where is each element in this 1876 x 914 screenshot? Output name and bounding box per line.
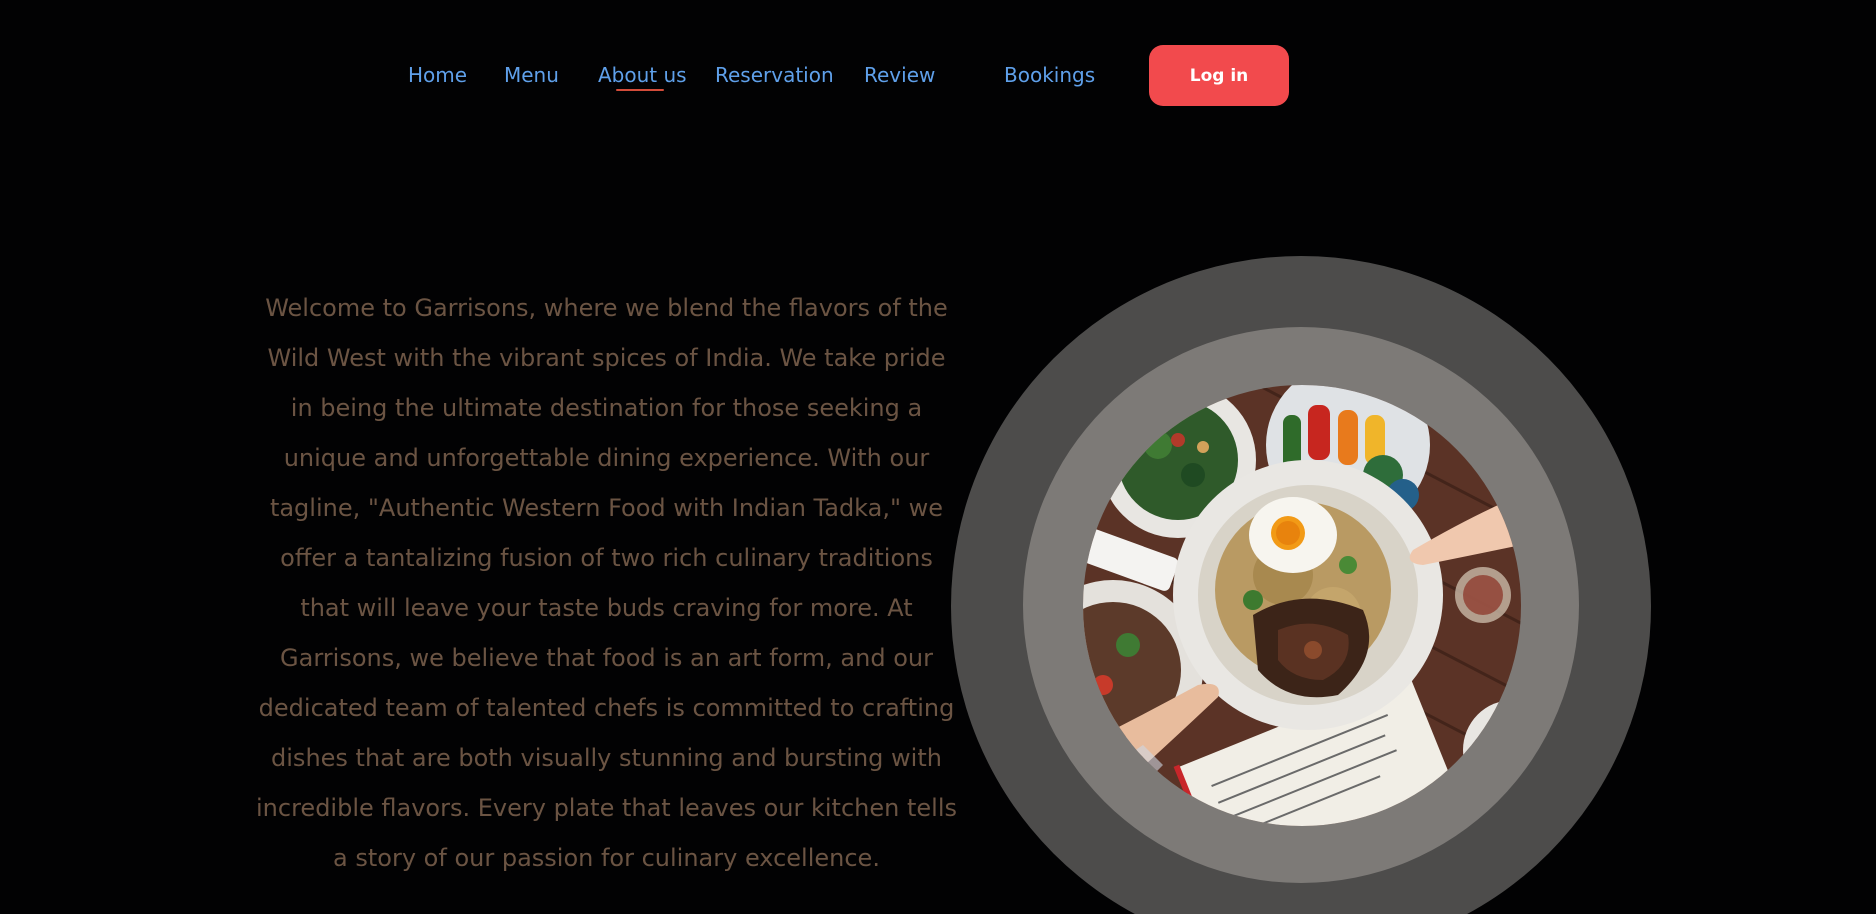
login-button[interactable]: Log in xyxy=(1149,45,1289,106)
nav-reservation-link[interactable]: Reservation xyxy=(715,58,834,92)
nav-bookings-link[interactable]: Bookings xyxy=(1004,58,1095,92)
about-paragraph: Welcome to Garrisons, where we blend the… xyxy=(256,294,957,872)
nav-about-link[interactable]: About us xyxy=(598,58,687,92)
active-nav-underline xyxy=(616,89,664,91)
nav-review-link[interactable]: Review xyxy=(864,58,935,92)
food-platter-image xyxy=(1083,385,1521,826)
nav-menu-link[interactable]: Menu xyxy=(504,58,559,92)
nav-home-link[interactable]: Home xyxy=(408,58,467,92)
